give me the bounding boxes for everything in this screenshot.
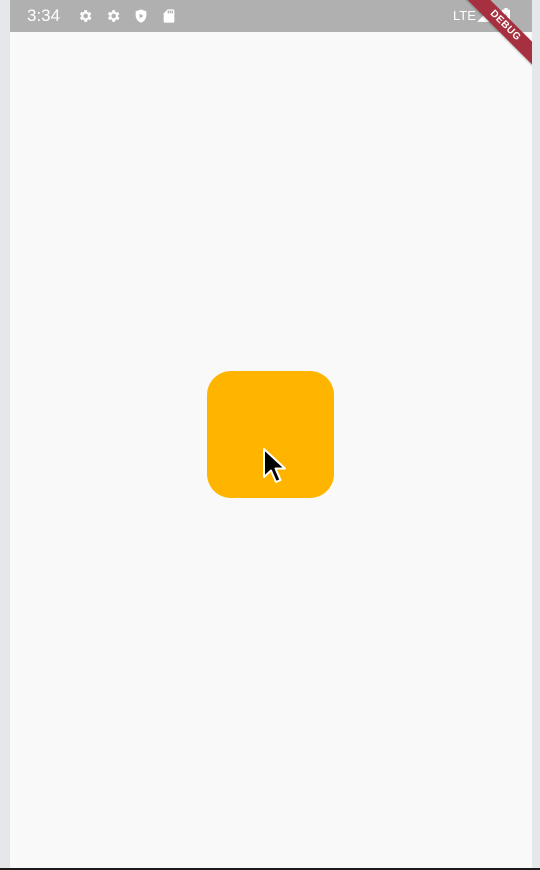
- sd-card-icon: [161, 8, 177, 24]
- gear-icon: [77, 8, 93, 24]
- gear-icon: [105, 8, 121, 24]
- network-type: LTE: [453, 8, 476, 23]
- status-bar: 3:34 LTE: [10, 0, 532, 32]
- shield-play-icon: [133, 8, 149, 24]
- status-time: 3:34: [27, 6, 61, 25]
- app-screen: 3:34 LTE DEBUG: [10, 0, 532, 868]
- arrow-cursor-icon: [262, 447, 288, 485]
